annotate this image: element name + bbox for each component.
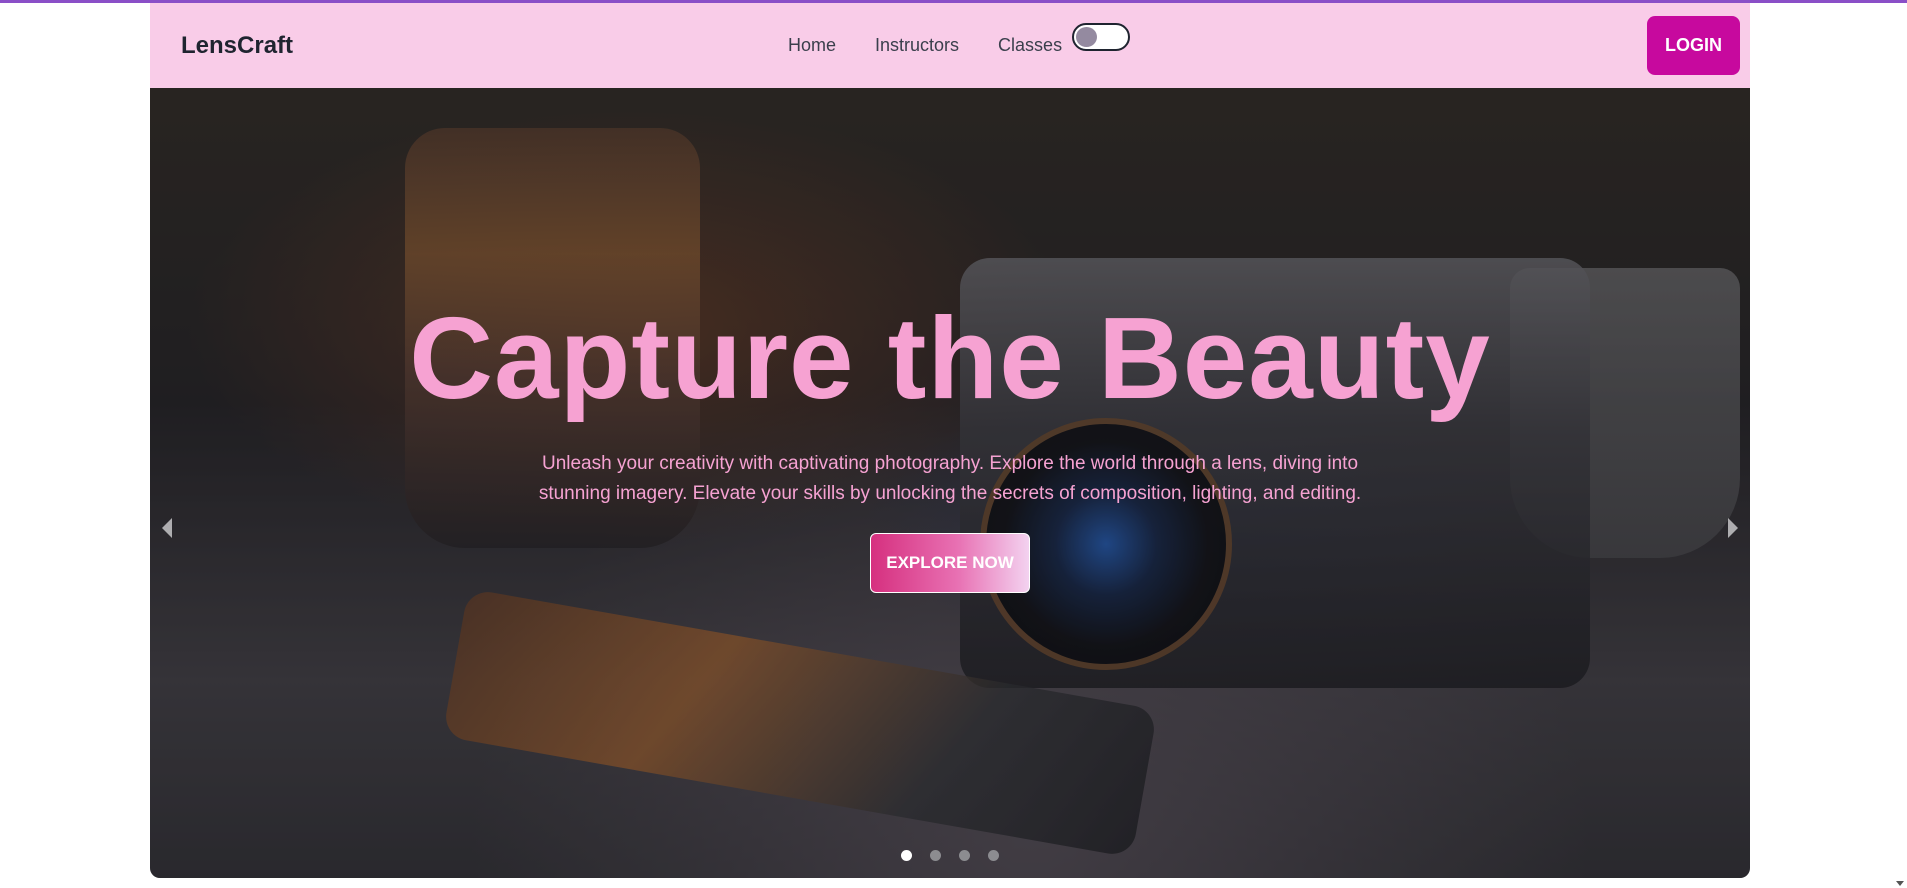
nav-links: Home Instructors Classes — [788, 3, 1082, 88]
theme-toggle[interactable] — [1072, 23, 1130, 51]
scrollbar[interactable] — [1893, 3, 1907, 888]
scroll-down-icon[interactable] — [1896, 881, 1904, 886]
brand-logo[interactable]: LensCraft — [181, 32, 293, 60]
navbar: LensCraft Home Instructors Classes LOGIN — [150, 3, 1750, 88]
explore-now-button[interactable]: EXPLORE NOW — [870, 533, 1030, 593]
hero-carousel: Capture the Beauty Unleash your creativi… — [150, 88, 1750, 878]
nav-link-home[interactable]: Home — [788, 35, 836, 56]
carousel-dot-4[interactable] — [988, 850, 999, 861]
nav-link-instructors[interactable]: Instructors — [875, 35, 959, 56]
carousel-dot-3[interactable] — [959, 850, 970, 861]
login-button[interactable]: LOGIN — [1647, 16, 1740, 75]
toggle-knob — [1076, 27, 1097, 47]
hero-content: Capture the Beauty Unleash your creativi… — [150, 293, 1750, 593]
carousel-dot-2[interactable] — [930, 850, 941, 861]
page: LensCraft Home Instructors Classes LOGIN… — [150, 3, 1750, 878]
hero-title: Capture the Beauty — [409, 293, 1491, 423]
carousel-dot-1[interactable] — [901, 850, 912, 861]
nav-link-classes[interactable]: Classes — [998, 35, 1062, 56]
carousel-indicators — [150, 850, 1750, 861]
hero-description: Unleash your creativity with captivating… — [538, 453, 1362, 504]
